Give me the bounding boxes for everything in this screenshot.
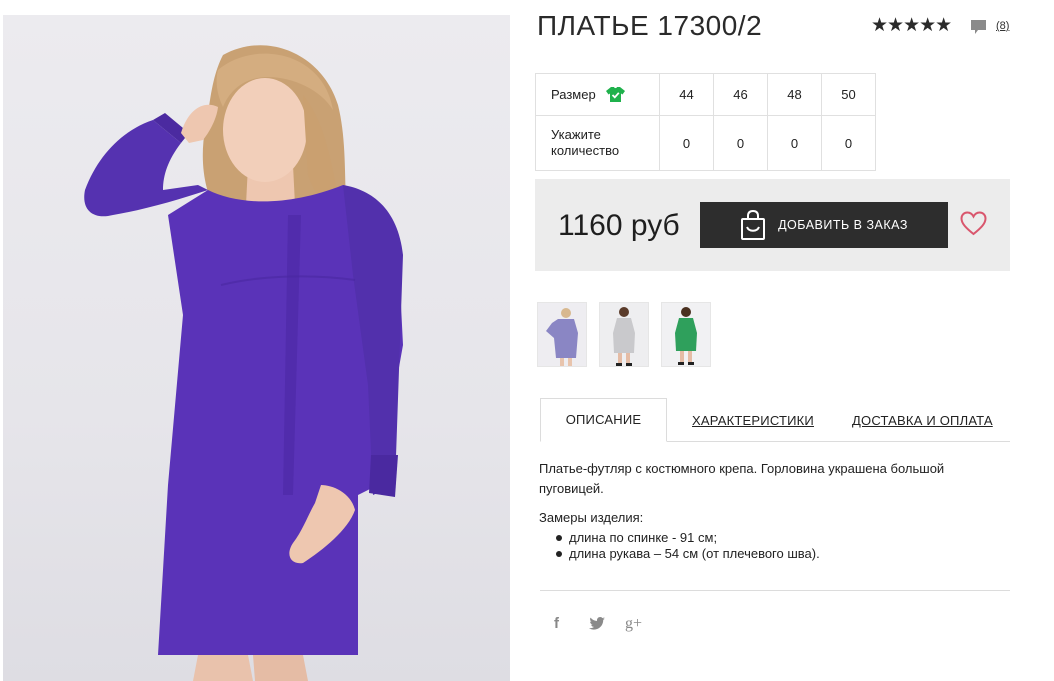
size-quantity-table: Размер 44 46 48 50 Укажите количество 0 … xyxy=(535,73,876,171)
thumbnail-purple-image xyxy=(538,303,586,366)
thumbnail-grey[interactable] xyxy=(599,302,649,367)
size-label-cell: Размер xyxy=(535,73,660,116)
thumbnail-green-image xyxy=(662,303,710,366)
measure-item-sleeve-length: длина рукава – 54 см (от плечевого шва). xyxy=(555,546,820,562)
measure-item-back-length: длина по спинке - 91 см; xyxy=(555,530,820,546)
product-description: Платье-футляр с костюмного крепа. Горлов… xyxy=(539,461,945,496)
quantity-input-50[interactable]: 0 xyxy=(821,115,876,171)
model-dress-illustration xyxy=(84,45,403,681)
measures-title: Замеры изделия: xyxy=(539,510,644,525)
size-label: Размер xyxy=(551,87,596,102)
quantity-label-line2: количество xyxy=(551,143,620,158)
tab-specifications[interactable]: ХАРАКТЕРИСТИКИ xyxy=(692,413,814,428)
quantity-input-44[interactable]: 0 xyxy=(659,115,714,171)
thumbnail-green[interactable] xyxy=(661,302,711,367)
quantity-input-46[interactable]: 0 xyxy=(713,115,768,171)
measures-list: длина по спинке - 91 см; длина рукава – … xyxy=(555,530,820,562)
thumbnail-grey-image xyxy=(600,303,648,366)
tab-description[interactable]: ОПИСАНИЕ xyxy=(540,398,667,442)
review-count-link[interactable]: (8) xyxy=(996,20,1009,32)
rating-stars[interactable]: ★★★★★ xyxy=(871,14,952,37)
description-divider xyxy=(540,590,1010,591)
size-chart-tshirt-icon[interactable] xyxy=(605,86,625,103)
size-44: 44 xyxy=(659,73,714,116)
twitter-icon[interactable] xyxy=(589,617,605,630)
quantity-label-cell: Укажите количество xyxy=(535,115,660,171)
size-50: 50 xyxy=(821,73,876,116)
quantity-label-line1: Укажите xyxy=(551,127,601,142)
product-title: ПЛАТЬЕ 17300/2 xyxy=(537,10,763,41)
thumbnail-purple[interactable] xyxy=(537,302,587,367)
comment-icon[interactable] xyxy=(970,19,987,36)
google-plus-icon[interactable]: g+ xyxy=(625,615,642,633)
shopping-bag-icon xyxy=(741,210,766,240)
heart-icon[interactable] xyxy=(960,211,987,236)
product-price: 1160 руб xyxy=(558,209,680,242)
product-main-photo[interactable] xyxy=(3,15,510,681)
quantity-input-48[interactable]: 0 xyxy=(767,115,822,171)
size-46: 46 xyxy=(713,73,768,116)
buy-box: 1160 руб ДОБАВИТЬ В ЗАКАЗ xyxy=(535,179,1010,271)
add-to-order-label: ДОБАВИТЬ В ЗАКАЗ xyxy=(778,218,908,232)
tab-delivery-payment[interactable]: ДОСТАВКА И ОПЛАТА xyxy=(852,413,993,428)
facebook-icon[interactable]: f xyxy=(554,615,559,632)
size-48: 48 xyxy=(767,73,822,116)
add-to-order-button[interactable]: ДОБАВИТЬ В ЗАКАЗ xyxy=(700,202,948,248)
